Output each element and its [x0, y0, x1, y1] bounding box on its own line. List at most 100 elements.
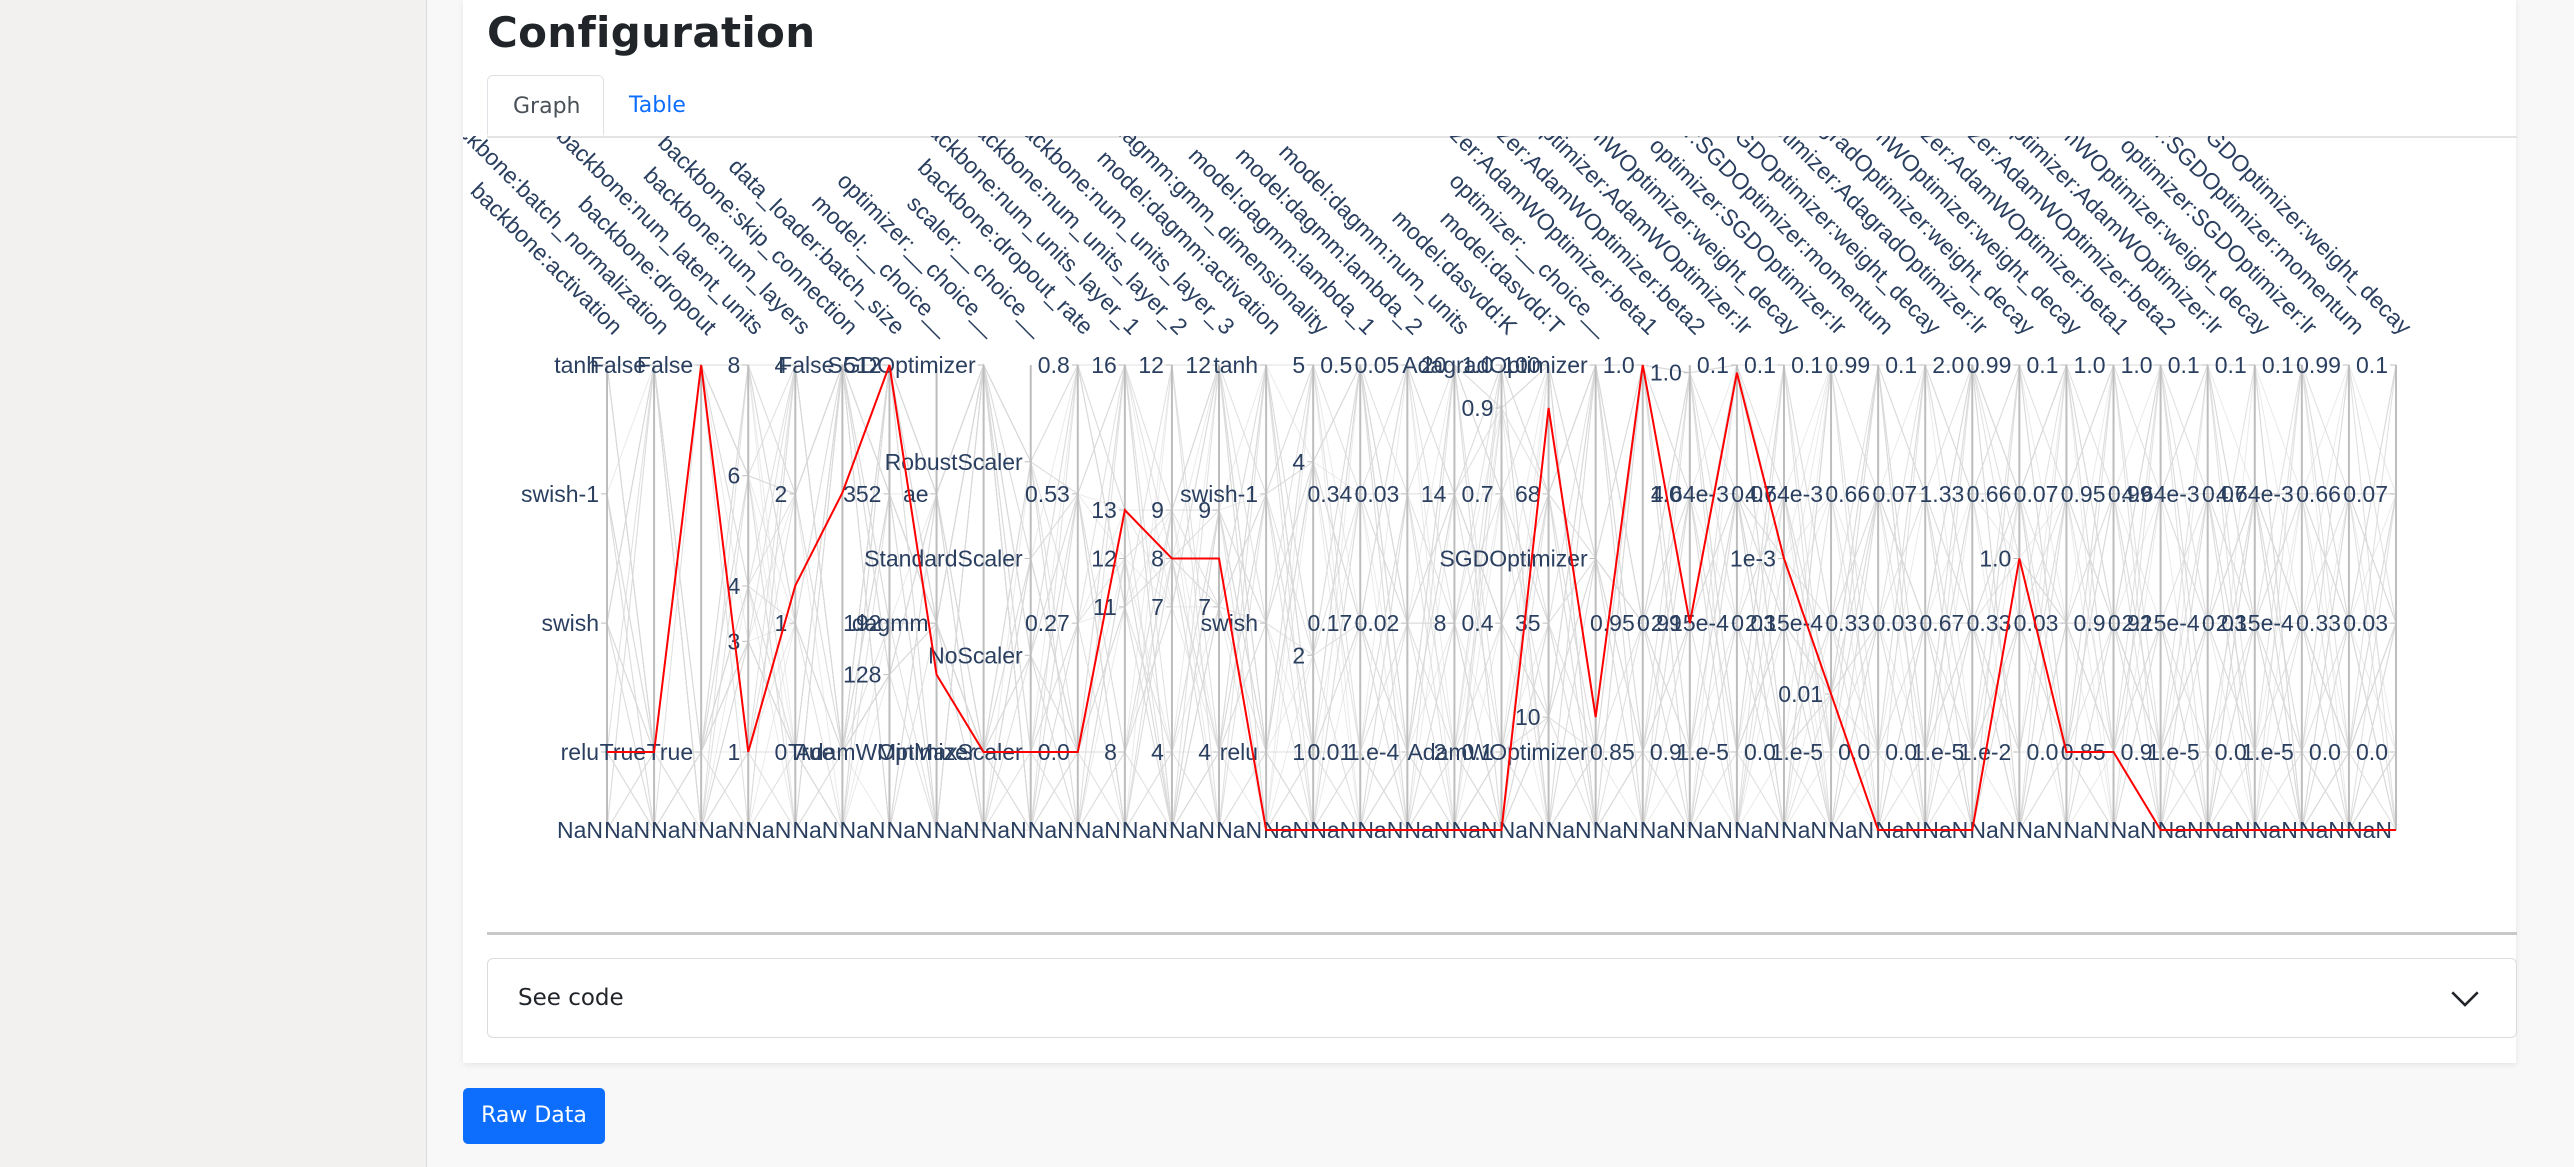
tick-label: StandardScaler [864, 546, 1023, 572]
tick-label: 0.03 [1355, 481, 1400, 507]
tick-label: 1.e-5 [1676, 739, 1728, 765]
tick-label: 128 [843, 662, 881, 688]
tick-label: 0.33 [2296, 610, 2341, 636]
tick-label: 0.02 [1355, 610, 1400, 636]
tick-label: 0.4 [1462, 610, 1494, 636]
tick-label: 0.9 [2074, 610, 2106, 636]
tick-label: 8 [1104, 739, 1117, 765]
nan-label: NaN [1969, 817, 2015, 843]
tick-label: 0.17 [1307, 610, 1352, 636]
tick-label: 0.03 [1872, 610, 1917, 636]
tick-label: 1e-3 [1730, 546, 1776, 572]
page-title: Configuration [487, 8, 816, 57]
nan-label: NaN [2111, 817, 2157, 843]
tick-label: 0.7 [1462, 481, 1494, 507]
tick-label: AdamWOptimizer [1407, 739, 1588, 765]
see-code-accordion[interactable]: See code [487, 958, 2517, 1038]
tick-label: 8 [1434, 610, 1447, 636]
tick-label: 0.07 [1872, 481, 1917, 507]
tick-label: 0.1 [2262, 352, 2294, 378]
nan-label: NaN [604, 817, 650, 843]
sidebar [0, 0, 427, 1167]
tick-label: 0.1 [2215, 352, 2247, 378]
tick-label: 0.8 [1038, 352, 1070, 378]
tick-label: 0.53 [1025, 481, 1070, 507]
nan-label: NaN [1828, 817, 1874, 843]
tick-label: 4.64e-3 [1745, 481, 1823, 507]
nan-label: NaN [698, 817, 744, 843]
tick-label: 0.27 [1025, 610, 1070, 636]
nan-label: NaN [792, 817, 838, 843]
tick-label: NoScaler [928, 642, 1023, 668]
nan-label: NaN [1122, 817, 1168, 843]
tick-label: 1.e-5 [2241, 739, 2293, 765]
nan-label: NaN [1546, 817, 1592, 843]
tick-label: 2 [1292, 642, 1305, 668]
tick-label: 0.1 [1744, 352, 1776, 378]
nan-label: NaN [887, 817, 933, 843]
tick-label: 1.e-5 [1912, 739, 1964, 765]
divider [487, 932, 2517, 935]
tick-label: 1.e-5 [1771, 739, 1823, 765]
nan-label: NaN [1216, 817, 1262, 843]
tick-label: SGDOptimizer [1439, 546, 1588, 572]
parallel-coordinates-svg[interactable]: tanhswish-1swishreluNaNbackbone:activati… [436, 16, 2516, 936]
tick-label: 0.34 [1307, 481, 1352, 507]
tick-label: 4 [1292, 449, 1305, 475]
tick-label: 0.99 [1825, 352, 1870, 378]
tick-label: 0.0 [2309, 739, 2341, 765]
tick-label: dagmm [852, 610, 929, 636]
tab-graph[interactable]: Graph [487, 75, 604, 136]
tick-label: 0.01 [1307, 739, 1352, 765]
tick-label: 2.15e-4 [2216, 610, 2294, 636]
tick-label: 13 [1091, 497, 1117, 523]
axis-title: backbone:batch_normalization [463, 136, 675, 340]
tick-label: 0.05 [1355, 352, 1400, 378]
tick-label: 1.e-5 [2147, 739, 2199, 765]
nan-label: NaN [1734, 817, 1780, 843]
tick-label: tanh [1213, 352, 1258, 378]
nan-label: NaN [934, 817, 980, 843]
tick-label: 0.95 [2061, 481, 2106, 507]
parallel-coordinates-plot[interactable]: tanh swish-1 swish relu NaN backbone:activati… [436, 16, 2516, 936]
tick-label: 6 [727, 463, 740, 489]
tick-label: 0.66 [1825, 481, 1870, 507]
raw-data-button[interactable]: Raw Data [463, 1088, 605, 1144]
tick-label: 2.0 [1932, 352, 1964, 378]
chevron-down-icon[interactable] [2448, 981, 2482, 1015]
tick-label: 0.85 [1590, 739, 1635, 765]
tab-table[interactable]: Table [604, 75, 711, 136]
tick-label: 0.95 [1590, 610, 1635, 636]
tab-bar: Graph Table [487, 75, 2517, 138]
tick-label: 0.07 [2014, 481, 2059, 507]
tick-label: SGDOptimizer [827, 352, 976, 378]
configuration-card: Configuration Graph Table tanh swish-1 swi… [436, 0, 2517, 1063]
tick-label: 0.0 [2026, 739, 2058, 765]
nan-label: NaN [1499, 817, 1545, 843]
tick-label: 0.5 [1320, 352, 1352, 378]
tick-label: swish [541, 610, 599, 636]
tick-label: 0.67 [1920, 610, 1965, 636]
tick-label: 0.01 [1778, 681, 1823, 707]
tick-label: 0.1 [1885, 352, 1917, 378]
tick-label: 68 [1515, 481, 1541, 507]
tick-label: swish-1 [1180, 481, 1258, 507]
tick-label: 0.1 [2168, 352, 2200, 378]
tick-label: 1.e-4 [1347, 739, 1400, 765]
nan-label: NaN [2016, 817, 2062, 843]
tick-label: 5 [1292, 352, 1305, 378]
tick-label: 0.99 [2296, 352, 2341, 378]
nan-label: NaN [1593, 817, 1639, 843]
tick-label: 2.15e-4 [1745, 610, 1823, 636]
tick-label: 1.0 [1979, 546, 2011, 572]
tick-label: 0.07 [2343, 481, 2388, 507]
tick-label: 2 [775, 481, 788, 507]
tick-label: 4.64e-3 [1651, 481, 1729, 507]
tick-label: 0.33 [1967, 610, 2012, 636]
tick-label: 12 [1138, 352, 1164, 378]
tick-label: 0.0 [2356, 739, 2388, 765]
tick-label: 0.33 [1825, 610, 1870, 636]
tick-label: 2.15e-4 [2122, 610, 2200, 636]
tick-label: 4.64e-3 [2216, 481, 2294, 507]
tick-label: 12 [1185, 352, 1211, 378]
